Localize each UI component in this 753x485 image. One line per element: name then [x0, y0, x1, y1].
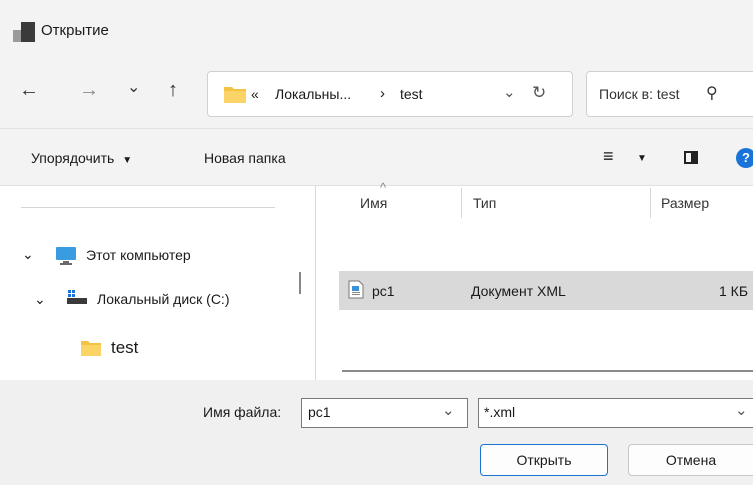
app-icon: [13, 22, 35, 42]
chevron-down-icon: ▼: [122, 155, 133, 166]
breadcrumb-local-disk[interactable]: Локальны...: [275, 86, 351, 102]
search-icon[interactable]: ⚲: [706, 83, 718, 103]
file-type-cell: Документ XML: [471, 283, 566, 299]
xml-file-icon: [348, 280, 364, 299]
up-folder-icon[interactable]: ↑: [168, 78, 178, 102]
address-bar[interactable]: [207, 71, 573, 117]
open-button[interactable]: Открыть: [480, 444, 608, 476]
folder-icon: [224, 87, 246, 103]
tree-divider: [21, 207, 275, 208]
sort-indicator: ^: [380, 180, 387, 195]
window-title: Открытие: [41, 22, 109, 39]
column-header-size[interactable]: Размер: [661, 195, 709, 211]
new-folder-button[interactable]: Новая папка: [204, 150, 286, 166]
organize-button[interactable]: Упорядочить ▼: [31, 150, 132, 166]
drive-icon: [67, 290, 87, 304]
view-options-icon[interactable]: ≡: [603, 146, 614, 167]
column-header-name[interactable]: Имя: [360, 195, 387, 211]
search-input[interactable]: Поиск в: test: [599, 86, 679, 102]
column-divider[interactable]: [461, 188, 462, 218]
folder-icon: [81, 341, 101, 356]
filename-input[interactable]: pc1: [308, 404, 331, 420]
address-dropdown-icon[interactable]: ⌄: [503, 83, 516, 101]
tree-item-local-disk[interactable]: Локальный диск (C:): [97, 291, 230, 307]
column-divider[interactable]: [650, 188, 651, 218]
tree-expander[interactable]: ⌄: [34, 291, 46, 308]
cancel-button[interactable]: Отмена: [628, 444, 753, 476]
chevron-down-icon[interactable]: ⌄: [735, 401, 748, 419]
tree-item-test[interactable]: test: [111, 338, 138, 358]
organize-label: Упорядочить: [31, 150, 115, 166]
tree-item-this-pc[interactable]: Этот компьютер: [86, 247, 191, 263]
refresh-icon[interactable]: ↻: [532, 83, 546, 103]
file-type-filter-value: *.xml: [484, 404, 516, 420]
preview-pane-icon[interactable]: [684, 151, 698, 164]
filename-label: Имя файла:: [203, 404, 282, 420]
navigation-pane: [0, 186, 316, 380]
file-size-cell: 1 КБ: [719, 283, 749, 299]
file-type-filter[interactable]: [478, 398, 753, 428]
tree-scrollbar[interactable]: [299, 272, 301, 294]
forward-icon[interactable]: →: [79, 78, 99, 102]
computer-icon: [56, 247, 76, 265]
title-bar: [0, 0, 753, 62]
column-header-type[interactable]: Тип: [473, 195, 496, 211]
address-prefix: «: [251, 86, 259, 102]
back-icon[interactable]: ←: [19, 78, 39, 102]
horizontal-scrollbar[interactable]: [342, 370, 753, 372]
breadcrumb-chevron: ›: [380, 85, 385, 102]
breadcrumb-test[interactable]: test: [400, 86, 423, 102]
help-icon[interactable]: ?: [736, 148, 753, 168]
chevron-down-icon[interactable]: ⌄: [442, 401, 455, 419]
recent-locations-icon[interactable]: ⌄: [127, 76, 140, 100]
tree-expander[interactable]: ⌄: [22, 246, 34, 263]
view-dropdown-icon[interactable]: ▼: [637, 153, 647, 164]
file-name-cell: pc1: [372, 283, 395, 299]
